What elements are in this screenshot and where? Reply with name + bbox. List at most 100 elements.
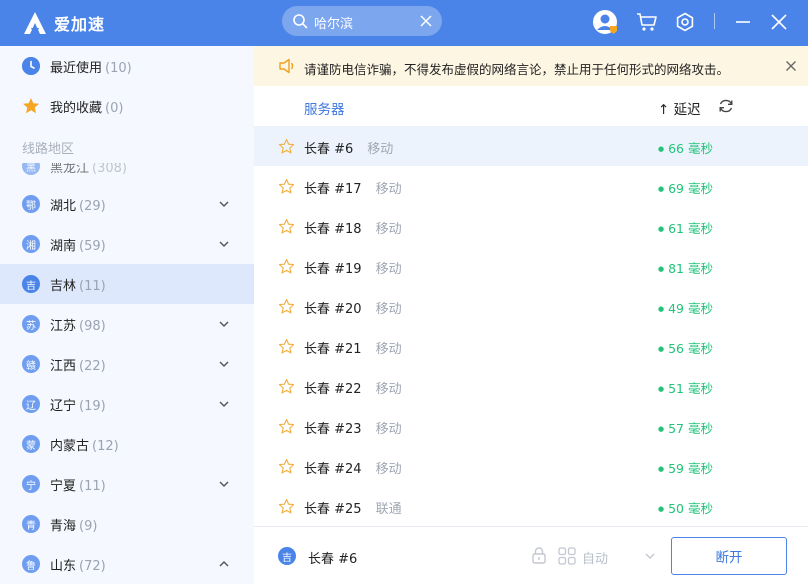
server-latency: 66 毫秒 bbox=[658, 138, 713, 157]
favorite-star-icon[interactable] bbox=[278, 458, 295, 475]
region-badge: 鄂 bbox=[22, 195, 40, 213]
region-badge: 湘 bbox=[22, 235, 40, 253]
cart-button[interactable] bbox=[634, 9, 660, 35]
server-row[interactable]: 长春 #25联通 50 毫秒 bbox=[254, 486, 808, 526]
chevron-down-icon[interactable] bbox=[218, 238, 230, 250]
server-name: 长春 #25 联通 bbox=[304, 502, 402, 517]
region-badge: 吉 bbox=[22, 275, 40, 293]
region-badge: 鲁 bbox=[22, 555, 40, 573]
speaker-icon bbox=[279, 58, 294, 74]
server-latency: 51 毫秒 bbox=[658, 378, 713, 397]
sidebar-item-region[interactable]: 宁宁夏 (11) bbox=[0, 464, 254, 504]
titlebar-divider bbox=[714, 13, 715, 29]
server-row[interactable]: 长春 #18移动 61 毫秒 bbox=[254, 206, 808, 246]
favorite-star-icon[interactable] bbox=[278, 378, 295, 395]
server-row[interactable]: 长春 #19移动 81 毫秒 bbox=[254, 246, 808, 286]
server-latency: 81 毫秒 bbox=[658, 258, 713, 277]
region-badge: 青 bbox=[22, 515, 40, 533]
chevron-down-icon[interactable] bbox=[218, 198, 230, 210]
chevron-down-icon[interactable] bbox=[218, 478, 230, 490]
server-name: 长春 #22 移动 bbox=[304, 382, 402, 397]
disconnect-button[interactable]: 断开 bbox=[671, 537, 787, 575]
sidebar-item-favorites[interactable]: 我的收藏 (0) bbox=[0, 86, 254, 126]
logo-icon bbox=[24, 12, 46, 34]
sidebar-item-label: 江西 (22) bbox=[50, 358, 106, 374]
close-icon bbox=[771, 14, 787, 30]
chevron-up-icon[interactable] bbox=[218, 558, 230, 570]
server-name: 长春 #17 移动 bbox=[304, 182, 402, 197]
cart-icon bbox=[637, 13, 657, 31]
sidebar-item-label: 青海 (9) bbox=[50, 518, 98, 534]
server-name: 长春 #6 移动 bbox=[304, 142, 394, 157]
server-row[interactable]: 长春 #20移动 49 毫秒 bbox=[254, 286, 808, 326]
app-title: 爱加速 bbox=[54, 15, 106, 34]
server-row[interactable]: 长春 #23移动 57 毫秒 bbox=[254, 406, 808, 446]
sidebar-item-region[interactable]: 鄂湖北 (29) bbox=[0, 184, 254, 224]
user-avatar-button[interactable] bbox=[592, 9, 618, 35]
server-row[interactable]: 长春 #17移动 69 毫秒 bbox=[254, 166, 808, 206]
section-title: 线路地区 bbox=[22, 142, 75, 157]
latency-sort-header[interactable]: ↑ 延迟 bbox=[658, 98, 701, 118]
refresh-icon[interactable] bbox=[718, 98, 734, 114]
server-name: 长春 #19 移动 bbox=[304, 262, 402, 277]
region-badge: 黑 bbox=[22, 163, 40, 175]
server-row[interactable]: 长春 #22移动 51 毫秒 bbox=[254, 366, 808, 406]
chevron-down-icon[interactable] bbox=[218, 318, 230, 330]
favorite-star-icon[interactable] bbox=[278, 498, 295, 515]
clear-search-icon[interactable] bbox=[420, 15, 432, 27]
settings-button[interactable] bbox=[672, 9, 698, 35]
lock-icon[interactable] bbox=[530, 546, 548, 564]
favorite-star-icon[interactable] bbox=[278, 138, 295, 155]
chevron-down-icon[interactable] bbox=[644, 550, 656, 562]
grid-icon[interactable] bbox=[558, 547, 576, 565]
sidebar-item-region[interactable]: 辽辽宁 (19) bbox=[0, 384, 254, 424]
sidebar-item-region[interactable]: 鲁山东 (72) bbox=[0, 544, 254, 584]
chevron-down-icon[interactable] bbox=[218, 358, 230, 370]
close-button[interactable] bbox=[766, 9, 792, 35]
server-name: 长春 #23 移动 bbox=[304, 422, 402, 437]
close-notice-icon[interactable] bbox=[786, 61, 796, 71]
notice-banner: 请谨防电信诈骗，不得发布虚假的网络言论，禁止用于任何形式的网络攻击。 bbox=[254, 46, 808, 86]
favorite-star-icon[interactable] bbox=[278, 418, 295, 435]
clock-icon bbox=[22, 57, 40, 75]
sidebar-item-label: 湖北 (29) bbox=[50, 198, 106, 214]
sidebar-item-label: 内蒙古 (12) bbox=[50, 438, 119, 454]
favorite-star-icon[interactable] bbox=[278, 338, 295, 355]
server-row[interactable]: 长春 #21移动 56 毫秒 bbox=[254, 326, 808, 366]
sidebar-item-region[interactable]: 青青海 (9) bbox=[0, 504, 254, 544]
region-badge: 苏 bbox=[22, 315, 40, 333]
server-name: 长春 #24 移动 bbox=[304, 462, 402, 477]
server-row[interactable]: 长春 #6移动 66 毫秒 bbox=[254, 126, 808, 166]
sidebar-item-region[interactable]: 赣江西 (22) bbox=[0, 344, 254, 384]
favorite-star-icon[interactable] bbox=[278, 178, 295, 195]
server-name: 长春 #21 移动 bbox=[304, 342, 402, 357]
star-icon bbox=[23, 98, 39, 114]
sidebar-item-region[interactable]: 蒙内蒙古 (12) bbox=[0, 424, 254, 464]
server-latency: 59 毫秒 bbox=[658, 458, 713, 477]
current-region-badge: 吉 bbox=[278, 547, 296, 565]
search-box[interactable]: 哈尔滨 bbox=[282, 6, 442, 36]
server-row[interactable]: 长春 #24移动 59 毫秒 bbox=[254, 446, 808, 486]
favorite-star-icon[interactable] bbox=[278, 218, 295, 235]
favorite-star-icon[interactable] bbox=[278, 258, 295, 275]
sidebar-item-region[interactable]: 苏江苏 (98) bbox=[0, 304, 254, 344]
mode-select[interactable]: 自动 bbox=[582, 548, 608, 567]
favorite-star-icon[interactable] bbox=[278, 298, 295, 315]
sidebar-item-region[interactable]: 吉吉林 (11) bbox=[0, 264, 254, 304]
sidebar-item-region[interactable]: 湘湖南 (59) bbox=[0, 224, 254, 264]
search-input[interactable]: 哈尔滨 bbox=[314, 13, 353, 32]
server-name: 长春 #18 移动 bbox=[304, 222, 402, 237]
sidebar-item-label: 辽宁 (19) bbox=[50, 398, 106, 414]
chevron-down-icon[interactable] bbox=[218, 398, 230, 410]
sidebar-item-label: 最近使用 (10) bbox=[50, 60, 132, 76]
notice-text: 请谨防电信诈骗，不得发布虚假的网络言论，禁止用于任何形式的网络攻击。 bbox=[304, 62, 730, 77]
region-badge: 蒙 bbox=[22, 435, 40, 453]
minimize-button[interactable] bbox=[730, 9, 756, 35]
server-latency: 57 毫秒 bbox=[658, 418, 713, 437]
sidebar-item-label: 我的收藏 (0) bbox=[50, 100, 124, 116]
sidebar-item-recent[interactable]: 最近使用 (10) bbox=[0, 46, 254, 86]
user-avatar-icon bbox=[593, 10, 617, 34]
sidebar-item-label: 湖南 (59) bbox=[50, 238, 106, 254]
search-icon bbox=[293, 14, 308, 29]
server-column-header[interactable]: 服务器 bbox=[304, 98, 345, 118]
